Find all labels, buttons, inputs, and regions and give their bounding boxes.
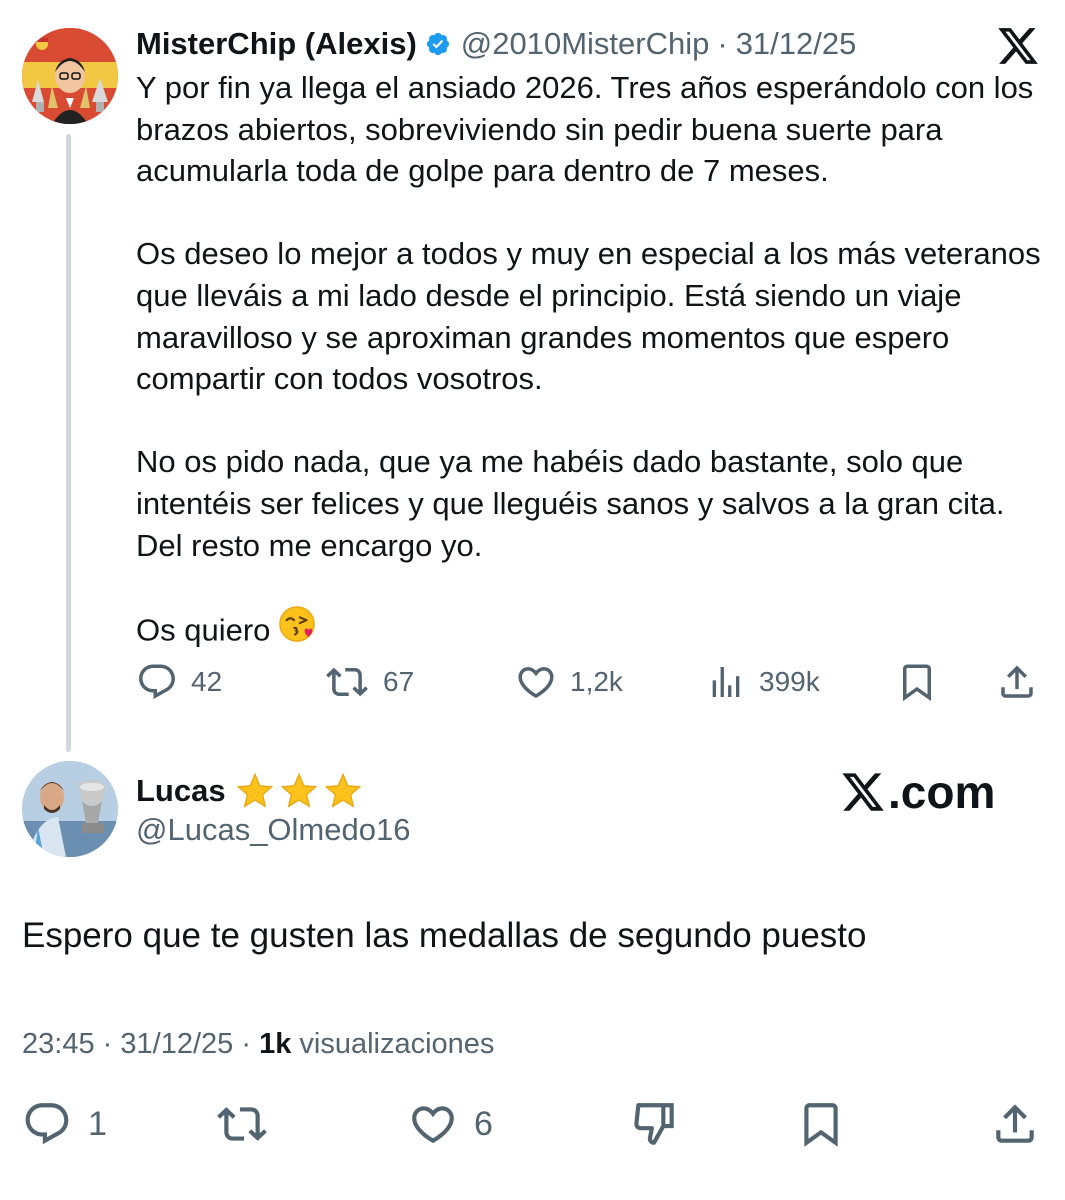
reply-metadata: 23:45 · 31/12/25 · 1k visualizaciones bbox=[22, 1022, 494, 1066]
heart-icon bbox=[518, 667, 554, 699]
bookmark-icon bbox=[903, 664, 931, 702]
author-name[interactable]: MisterChip (Alexis) bbox=[136, 26, 417, 62]
x-letter-icon bbox=[842, 773, 884, 811]
reply-like-button[interactable]: 6 bbox=[408, 1096, 493, 1152]
reply-repost-button[interactable] bbox=[214, 1096, 270, 1152]
like-button[interactable]: 1,2k bbox=[515, 656, 623, 708]
reply-share-button[interactable] bbox=[990, 1096, 1040, 1152]
original-tweet-header: MisterChip (Alexis) @2010MisterChip · 31… bbox=[136, 24, 856, 64]
repost-icon bbox=[326, 667, 368, 697]
lucas-avatar[interactable] bbox=[22, 761, 118, 857]
reply-header: Lucas bbox=[136, 768, 364, 814]
reply-date[interactable]: 31/12/25 bbox=[120, 1028, 233, 1060]
views-chart-icon bbox=[712, 667, 740, 697]
original-tweet-actions: 42 67 1,2k 399k bbox=[0, 656, 1065, 708]
tweet-paragraph: Os quiero bbox=[136, 612, 271, 648]
tweet-date[interactable]: 31/12/25 bbox=[736, 26, 857, 62]
bookmark-icon bbox=[804, 1103, 838, 1147]
reply-reply-count: 1 bbox=[88, 1104, 107, 1143]
reply-dislike-button[interactable] bbox=[630, 1096, 680, 1152]
reply-views-count: 1k bbox=[259, 1028, 292, 1060]
reply-author-handle[interactable]: @Lucas_Olmedo16 bbox=[136, 810, 410, 850]
reply-bubble-icon bbox=[139, 664, 175, 699]
star-icon bbox=[280, 772, 317, 808]
repost-button[interactable]: 67 bbox=[324, 656, 414, 708]
reply-tweet-actions: 1 6 bbox=[0, 1096, 1065, 1152]
reply-bubble-icon bbox=[25, 1103, 69, 1145]
repost-count: 67 bbox=[383, 666, 415, 697]
reply-bookmark-button[interactable] bbox=[796, 1096, 846, 1152]
author-handle[interactable]: @2010MisterChip bbox=[461, 26, 710, 62]
share-icon bbox=[1001, 665, 1033, 698]
watermark-text: .com bbox=[888, 766, 996, 818]
x-logo-icon bbox=[996, 24, 1040, 68]
reply-like-count: 6 bbox=[474, 1104, 493, 1143]
star-icon bbox=[236, 772, 273, 808]
like-count: 1,2k bbox=[570, 666, 623, 697]
reply-views-label: visualizaciones bbox=[299, 1028, 495, 1060]
reply-time[interactable]: 23:45 bbox=[22, 1028, 95, 1060]
bookmark-button[interactable] bbox=[896, 656, 938, 708]
tweet-paragraph: No os pido nada, que ya me habéis dado b… bbox=[136, 444, 1005, 563]
share-button[interactable] bbox=[996, 656, 1038, 708]
thumbs-down-icon bbox=[634, 1103, 674, 1145]
repost-icon bbox=[217, 1107, 267, 1141]
x-com-watermark: .com bbox=[840, 764, 995, 820]
verified-badge-icon bbox=[425, 31, 451, 57]
stars-decoration bbox=[234, 771, 364, 811]
views-count: 399k bbox=[759, 666, 820, 697]
header-separator: · bbox=[717, 26, 728, 61]
original-tweet-text: Y por fin ya llega el ansiado 2026. Tres… bbox=[136, 67, 1046, 656]
meta-separator: · bbox=[102, 1028, 113, 1060]
star-icon bbox=[324, 772, 361, 808]
face-blowing-kiss-icon bbox=[278, 605, 316, 654]
reply-count: 42 bbox=[191, 666, 223, 697]
meta-separator: · bbox=[241, 1028, 251, 1060]
views-button[interactable]: 399k bbox=[706, 656, 820, 708]
reply-reply-button[interactable]: 1 bbox=[22, 1096, 107, 1152]
tweet-paragraph: Y por fin ya llega el ansiado 2026. Tres… bbox=[136, 70, 1034, 189]
misterchip-avatar[interactable] bbox=[22, 28, 118, 124]
tweet-paragraph: Os deseo lo mejor a todos y muy en espec… bbox=[136, 236, 1041, 397]
reply-author-name[interactable]: Lucas bbox=[136, 773, 226, 809]
reply-tweet-text: Espero que te gusten las medallas de seg… bbox=[22, 916, 867, 955]
tweet-paragraph-last: Os quiero bbox=[136, 605, 1046, 657]
share-icon bbox=[996, 1104, 1034, 1143]
heart-icon bbox=[412, 1106, 454, 1144]
reply-button[interactable]: 42 bbox=[136, 656, 222, 708]
